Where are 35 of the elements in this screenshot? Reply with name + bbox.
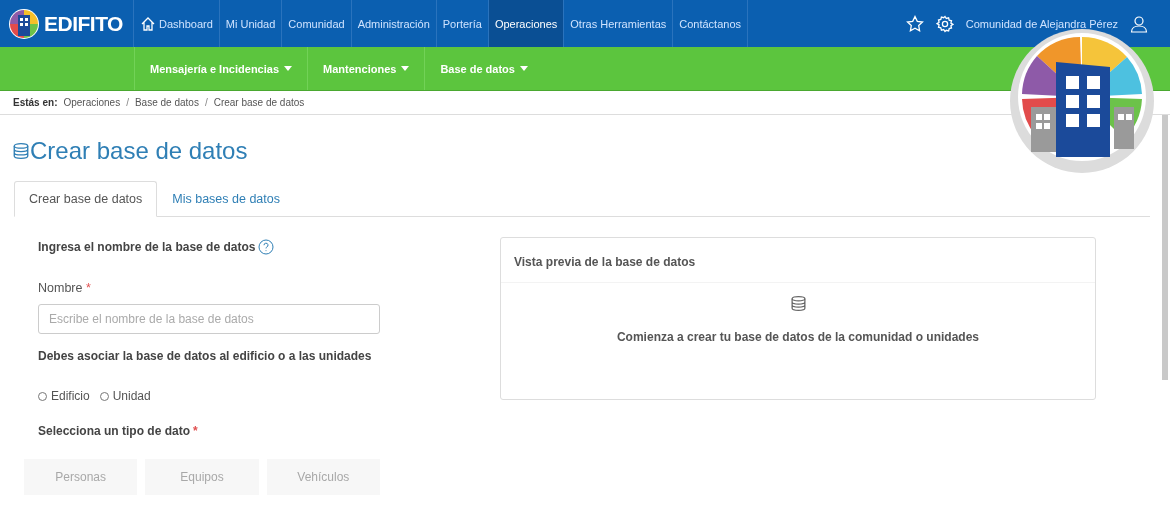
- tab[interactable]: Crear base de datos: [14, 181, 158, 217]
- radio-option[interactable]: Edificio: [38, 389, 90, 403]
- tab[interactable]: Mis bases de datos: [157, 181, 295, 217]
- required-mark: *: [193, 424, 198, 438]
- name-input[interactable]: Escribe el nombre de la base de datos: [38, 304, 380, 334]
- field-label: Nombre: [38, 281, 83, 295]
- caret-icon: [284, 66, 292, 71]
- card-title: Vista previa de la base de datos: [501, 238, 1095, 283]
- caret-icon: [401, 66, 410, 71]
- section-heading: Ingresa el nombre de la base de datos: [38, 240, 256, 254]
- help-icon[interactable]: [258, 239, 275, 255]
- required-mark: *: [85, 281, 91, 295]
- breadcrumb-separator: /: [126, 97, 129, 108]
- database-icon: [789, 295, 807, 312]
- breadcrumb-link[interactable]: Crear base de datos: [213, 97, 305, 108]
- scrollbar[interactable]: [1162, 115, 1168, 380]
- nav-item[interactable]: Operaciones: [488, 0, 565, 47]
- logo-icon: [8, 7, 40, 40]
- caret-icon: [519, 66, 528, 71]
- radio-option[interactable]: Unidad: [99, 389, 151, 403]
- page-title: Crear base de datos: [30, 137, 248, 165]
- empty-message: Comienza a crear tu base de datos de la comunidad o unidades: [616, 330, 980, 344]
- star-icon[interactable]: [905, 14, 924, 33]
- user-icon[interactable]: [1130, 14, 1148, 33]
- settings-icon[interactable]: [935, 14, 954, 33]
- breadcrumb-separator: /: [204, 97, 208, 108]
- brand-name: EDIFITO: [44, 11, 123, 36]
- user-name[interactable]: Comunidad de Alejandra Pérez: [965, 17, 1118, 30]
- breadcrumb-link[interactable]: Operaciones: [63, 97, 121, 108]
- breadcrumb-label: Estás en:: [13, 97, 58, 108]
- home-icon: [140, 15, 156, 32]
- database-icon: [12, 142, 30, 160]
- section-heading: Selecciona un tipo de dato: [38, 424, 191, 438]
- section-heading: Debes asociar la base de datos al edificio o a las unidades: [38, 349, 372, 363]
- breadcrumb-link[interactable]: Base de datos: [134, 97, 199, 108]
